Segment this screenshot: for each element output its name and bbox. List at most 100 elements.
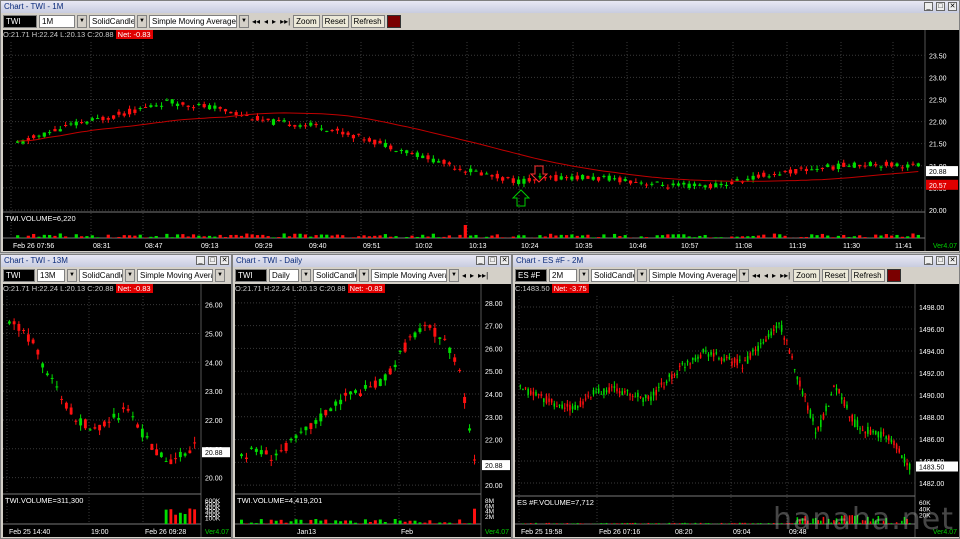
chevron-down-icon[interactable]: ▼ [239,14,249,28]
study-select[interactable]: Simple Moving Average [371,268,447,282]
study-select[interactable]: Simple Moving Average [137,268,213,282]
volume-bar [676,234,681,238]
chart-area[interactable]: 23.5023.0022.5022.0021.5021.0020.5020.00… [3,30,959,251]
style-select[interactable]: SolidCandle [591,268,635,282]
chart-area[interactable]: 1498.00 1496.00 1494.00 1492.00 1490.00 1488.… [515,284,959,537]
volume-bar [383,521,387,524]
study-select[interactable]: Simple Moving Average [149,14,237,28]
time-tick-label: 08:20 [675,529,693,536]
chevron-down-icon[interactable]: ▼ [125,268,135,282]
volume-bar [330,235,334,238]
minimize-button[interactable]: _ [476,256,485,265]
volume-bar [522,235,526,238]
interval-select[interactable]: 1M [39,14,75,28]
candle-body [835,388,838,391]
candle-body [574,404,576,410]
refresh-button[interactable]: Refresh [350,14,385,28]
watermark: hanaha.net [773,502,954,537]
style-select[interactable]: SolidCandle [89,14,135,28]
chevron-down-icon[interactable]: ▼ [137,14,147,28]
candle-body [413,332,417,338]
price-chart-svg[interactable]: 1498.00 1496.00 1494.00 1492.00 1490.00 1488.… [515,284,959,537]
symbol-input[interactable]: TWI [3,14,37,28]
chevron-down-icon[interactable]: ▼ [739,268,749,282]
scroll-next-button[interactable]: ▸ [271,16,277,27]
scroll-first-button[interactable]: ◂◂ [251,16,261,27]
candle-body [767,176,771,178]
price-chart-svg[interactable]: 26.0025.0024.0023.0022.0021.0020.00Feb 2… [3,284,231,537]
style-select[interactable]: SolidCandle [79,268,123,282]
zoom-button[interactable]: Zoom [293,14,320,28]
candle-body [592,390,595,395]
close-button[interactable]: ✕ [948,2,957,11]
interval-select[interactable]: 13M [37,268,65,282]
chevron-down-icon[interactable]: ▼ [579,268,589,282]
maximize-button[interactable]: □ [936,2,945,11]
minimize-button[interactable]: _ [924,256,933,265]
candle-body [825,405,827,412]
maximize-button[interactable]: □ [488,256,497,265]
close-button[interactable]: ✕ [500,256,509,265]
scroll-next-button[interactable]: ▸ [469,270,475,281]
candle-body [304,426,308,431]
close-button[interactable]: ✕ [220,256,229,265]
candle-body [368,386,372,388]
chevron-down-icon[interactable]: ▼ [67,268,77,282]
close-button[interactable]: ✕ [948,256,957,265]
chart-area[interactable]: 28.0027.0026.0025.0024.0023.0022.0021.00… [235,284,511,537]
scroll-prev-button[interactable]: ◂ [763,270,769,281]
volume-bar [731,523,733,524]
scroll-last-button[interactable]: ▸▸| [279,16,291,27]
scroll-last-button[interactable]: ▸▸| [477,270,489,281]
maximize-button[interactable]: □ [208,256,217,265]
candle-body [299,431,303,433]
scroll-prev-button[interactable]: ◂ [263,16,269,27]
scroll-first-button[interactable]: ◂◂ [751,270,761,281]
candle-body [527,178,531,182]
maximize-button[interactable]: □ [936,256,945,265]
scroll-last-button[interactable]: ▸▸| [779,270,791,281]
refresh-button[interactable]: Refresh [850,268,885,282]
interval-select[interactable]: Daily [269,268,299,282]
candle-body [339,399,343,405]
chart-area[interactable]: 26.0025.0024.0023.0022.0021.0020.00Feb 2… [3,284,231,537]
price-tick-label: 21.50 [929,142,947,149]
window-titlebar[interactable]: Chart - ES #F - 2M _ □ ✕ [513,255,959,267]
window-titlebar[interactable]: Chart - TWI - 1M _ □ ✕ [1,1,959,13]
chevron-down-icon[interactable]: ▼ [449,268,459,282]
candle-body [830,394,833,396]
chart-settings-icon[interactable] [886,268,901,282]
symbol-input[interactable]: TWI [3,268,35,282]
minimize-button[interactable]: _ [924,2,933,11]
scroll-next-button[interactable]: ▸ [771,270,777,281]
candle-body [64,124,68,126]
symbol-input[interactable]: TWI [235,268,267,282]
minimize-button[interactable]: _ [196,256,205,265]
interval-select[interactable]: 2M [549,268,577,282]
candle-body [136,424,140,428]
price-chart-svg[interactable]: 23.5023.0022.5022.0021.5021.0020.5020.00… [3,30,959,251]
window-titlebar[interactable]: Chart - TWI - Daily _ □ ✕ [233,255,511,267]
symbol-input[interactable]: ES #F [515,268,547,282]
chevron-down-icon[interactable]: ▼ [301,268,311,282]
candle-body [279,450,283,452]
volume-label: TWI.VOLUME=311,300 [5,496,83,505]
candle-body [584,398,587,400]
reset-button[interactable]: Reset [821,268,849,282]
volume-bar [378,519,382,524]
chevron-down-icon[interactable]: ▼ [215,268,225,282]
chevron-down-icon[interactable]: ▼ [359,268,369,282]
chart-settings-icon[interactable] [386,14,401,28]
price-tick-label: 24.00 [485,392,503,399]
chevron-down-icon[interactable]: ▼ [77,14,87,28]
candle-body [749,352,752,359]
price-chart-svg[interactable]: 28.0027.0026.0025.0024.0023.0022.0021.00… [235,284,511,537]
reset-button[interactable]: Reset [321,14,349,28]
study-select[interactable]: Simple Moving Average [649,268,737,282]
window-titlebar[interactable]: Chart - TWI - 13M _ □ ✕ [1,255,231,267]
volume-bar [398,520,402,524]
style-select[interactable]: SolidCandle [313,268,357,282]
chevron-down-icon[interactable]: ▼ [637,268,647,282]
zoom-button[interactable]: Zoom [793,268,820,282]
scroll-prev-button[interactable]: ◂ [461,270,467,281]
